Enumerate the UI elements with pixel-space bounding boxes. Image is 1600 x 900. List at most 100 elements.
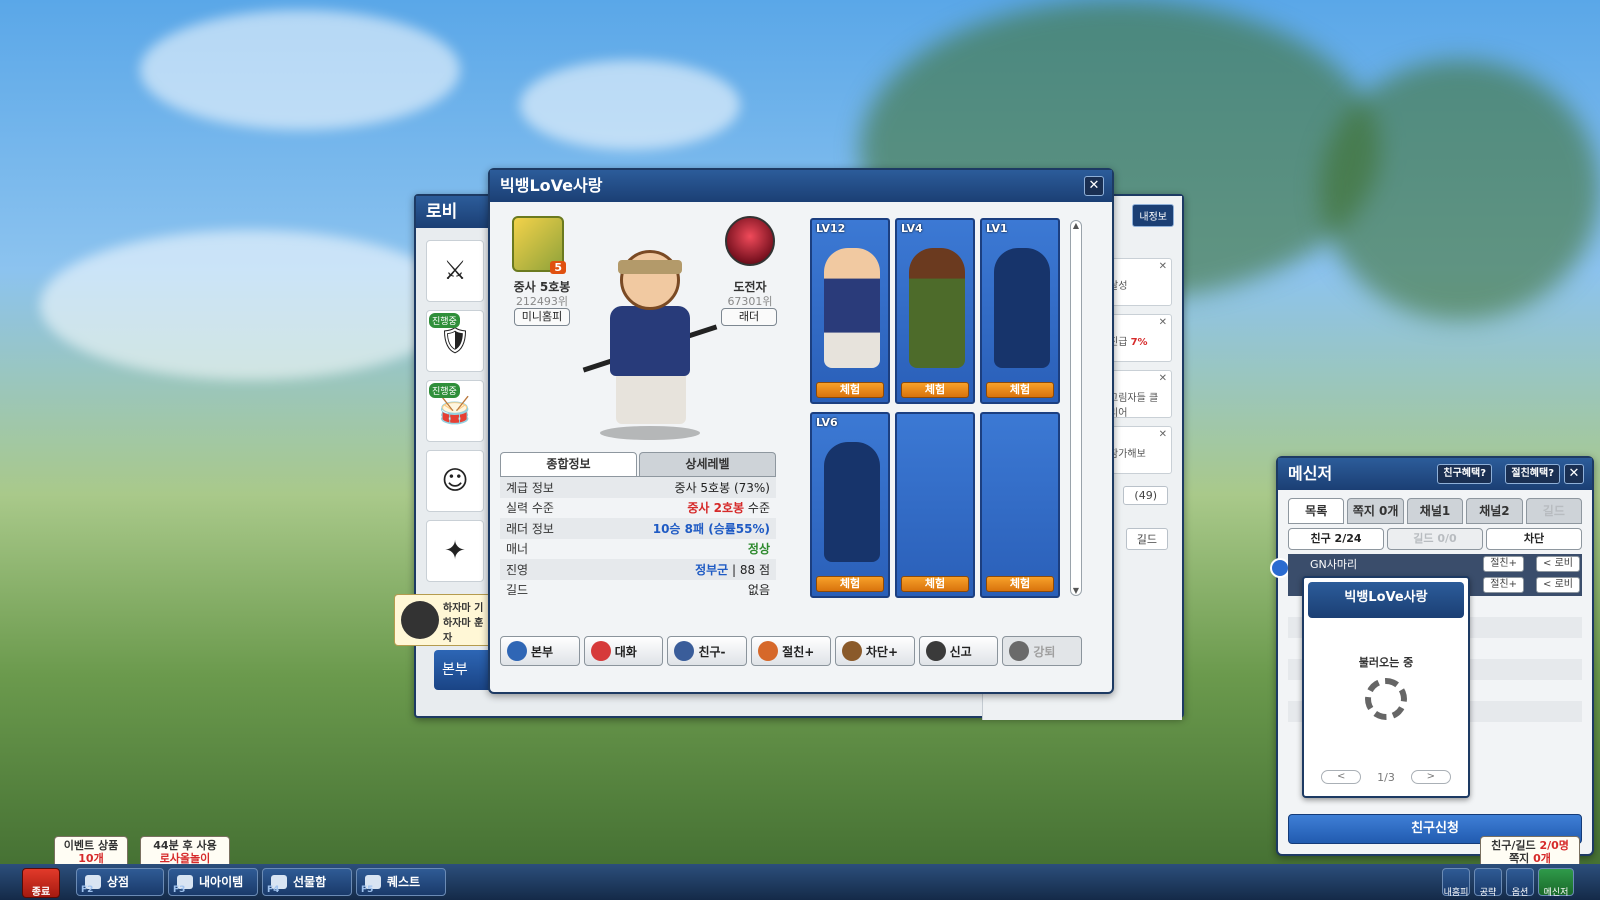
bestfriend-add-button[interactable]: 절친+	[1483, 556, 1524, 572]
lobby-mode-icon[interactable]: 진행중 🛡	[426, 310, 484, 372]
messenger-button[interactable]: 메신저	[1538, 868, 1574, 898]
character-slot[interactable]: LV1 체험	[980, 218, 1060, 404]
bestfriend-add-button[interactable]: 절친+	[1483, 577, 1524, 593]
my-info-button[interactable]: 내정보	[1132, 204, 1174, 227]
action-icon	[758, 641, 779, 661]
quest-button[interactable]: F5 퀘스트	[356, 868, 446, 896]
character-slot[interactable]: LV12 체험	[810, 218, 890, 404]
messenger-subtab[interactable]: 차단	[1486, 528, 1582, 550]
in-progress-badge: 진행중	[429, 313, 460, 328]
rank-position: 212493위	[515, 295, 569, 308]
lobby-mode-icon[interactable]: 진행중 🥁	[426, 380, 484, 442]
action-button[interactable]: 차단+	[834, 636, 915, 666]
close-icon[interactable]: ✕	[1564, 464, 1584, 484]
character-portrait	[580, 250, 720, 440]
shop-button[interactable]: F2 상점	[76, 868, 164, 896]
scroll-up-icon[interactable]: ▲	[1071, 221, 1081, 230]
guide-button[interactable]: 공략	[1474, 868, 1502, 898]
lobby-mode-icon[interactable]: ✦	[426, 520, 484, 582]
bestfriend-benefit-button[interactable]: 절친혜택?	[1505, 464, 1560, 484]
goto-lobby-button[interactable]: < 로비	[1536, 577, 1580, 593]
trial-button[interactable]: 체험	[816, 382, 884, 398]
gift-box-button[interactable]: F4 선물함	[262, 868, 352, 896]
messenger-tab[interactable]: 목록	[1288, 498, 1345, 524]
lobby-guild-button[interactable]: 길드	[1125, 528, 1168, 550]
info-row: 매너 정상	[506, 542, 770, 557]
minihome-button[interactable]: 미니홈피	[514, 308, 570, 326]
challenger-icon	[725, 216, 775, 266]
loading-spinner-icon	[1365, 678, 1407, 720]
background-cloud	[40, 230, 460, 380]
close-icon[interactable]: ✕	[1159, 317, 1167, 328]
action-button[interactable]: 절친+	[751, 636, 831, 666]
close-icon[interactable]: ✕	[1084, 176, 1104, 196]
action-button[interactable]: 신고	[918, 636, 999, 666]
scroll-down-icon[interactable]: ▼	[1071, 586, 1081, 595]
info-row: 실력 수준 중사 2호봉 수준	[506, 501, 770, 516]
lobby-count-button[interactable]: (49)	[1123, 486, 1168, 505]
character-figure	[994, 248, 1050, 368]
lobby-mode-icon[interactable]: ⚔	[426, 240, 484, 302]
prev-page-button[interactable]: <	[1321, 770, 1362, 784]
action-button[interactable]: 본부	[500, 636, 580, 666]
my-items-button[interactable]: F3 내아이템	[168, 868, 258, 896]
info-row: 계급 정보 중사 5호봉 (73%)	[500, 477, 776, 498]
rank-badge-icon: 5	[512, 216, 566, 274]
goto-lobby-button[interactable]: < 로비	[1536, 556, 1580, 572]
messenger-subtab: 길드 0/0	[1387, 528, 1483, 550]
friend-benefit-button[interactable]: 친구혜택?	[1437, 464, 1492, 484]
profile-action-bar: 본부 대화 친구- 절친+ 차단+ 신고 강퇴	[500, 636, 1083, 666]
popup-pager: < 1/3 >	[1304, 770, 1468, 784]
trial-button[interactable]: 체험	[901, 382, 969, 398]
next-page-button[interactable]: >	[1410, 770, 1451, 784]
friend-row[interactable]: GN사마리 절친+ < 로비	[1288, 554, 1582, 575]
trial-button[interactable]: 체험	[986, 382, 1054, 398]
action-button[interactable]: 친구-	[667, 636, 748, 666]
character-figure	[824, 442, 880, 562]
character-slot[interactable]: 체험	[980, 412, 1060, 598]
profile-title: 빅뱅LoVe사랑 ✕	[490, 170, 1112, 202]
character-slot[interactable]: LV6 체험	[810, 412, 890, 598]
action-icon	[1009, 641, 1030, 661]
my-home-button[interactable]: 내홈피	[1442, 868, 1470, 898]
trial-button[interactable]: 체험	[901, 576, 969, 592]
messenger-tab[interactable]: 쪽지 0개	[1347, 498, 1404, 524]
lobby-home-button[interactable]: 본부	[434, 650, 494, 690]
action-button[interactable]: 대화	[583, 636, 664, 666]
lobby-mode-icon[interactable]: ☺	[426, 450, 484, 512]
character-slot[interactable]: 체험	[895, 412, 975, 598]
tab-detail-level[interactable]: 상세레벨	[639, 452, 776, 476]
close-icon[interactable]: ✕	[1159, 429, 1167, 440]
close-icon[interactable]: ✕	[1159, 261, 1167, 272]
character-slots: LV12 체험 LV4 체험 LV1 체험 LV6 체험 체험 체험	[810, 218, 1070, 598]
profile-tabs: 종합정보 상세레벨	[500, 452, 776, 476]
messenger-tabs: 목록 쪽지 0개 채널1 채널2 길드	[1288, 498, 1583, 524]
character-level: LV4	[901, 222, 923, 235]
character-level: LV6	[816, 416, 838, 429]
trial-button[interactable]: 체험	[816, 576, 884, 592]
info-row: 진영 정부군 | 88 점	[500, 559, 776, 580]
character-figure	[909, 248, 965, 368]
action-icon	[590, 641, 611, 661]
loading-text: 불러오는 중	[1358, 656, 1414, 669]
tab-overview[interactable]: 종합정보	[500, 452, 637, 476]
trial-button[interactable]: 체험	[986, 576, 1054, 592]
background-cloud	[520, 60, 740, 150]
page-indicator: 1/3	[1377, 770, 1395, 784]
messenger-title: 메신저 친구혜택? 절친혜택? ✕	[1278, 458, 1592, 490]
messenger-tab[interactable]: 채널2	[1466, 498, 1523, 524]
quit-button[interactable]: 종료	[22, 868, 60, 898]
ladder-button[interactable]: 래더	[721, 308, 777, 326]
close-icon[interactable]: ✕	[1159, 373, 1167, 384]
character-scrollbar[interactable]: ▲ ▼	[1070, 220, 1082, 596]
options-button[interactable]: 옵션	[1506, 868, 1534, 898]
character-slot[interactable]: LV4 체험	[895, 218, 975, 404]
character-level: LV1	[986, 222, 1008, 235]
popup-friend-name[interactable]: 빅뱅LoVe사랑	[1308, 582, 1464, 618]
in-progress-badge: 진행중	[429, 383, 460, 398]
messenger-tab[interactable]: 채널1	[1406, 498, 1464, 524]
challenger-position: 67301위	[727, 295, 773, 308]
messenger-subtab[interactable]: 친구 2/24	[1288, 528, 1384, 550]
background-cloud	[140, 10, 460, 130]
background-tree	[1320, 60, 1600, 320]
